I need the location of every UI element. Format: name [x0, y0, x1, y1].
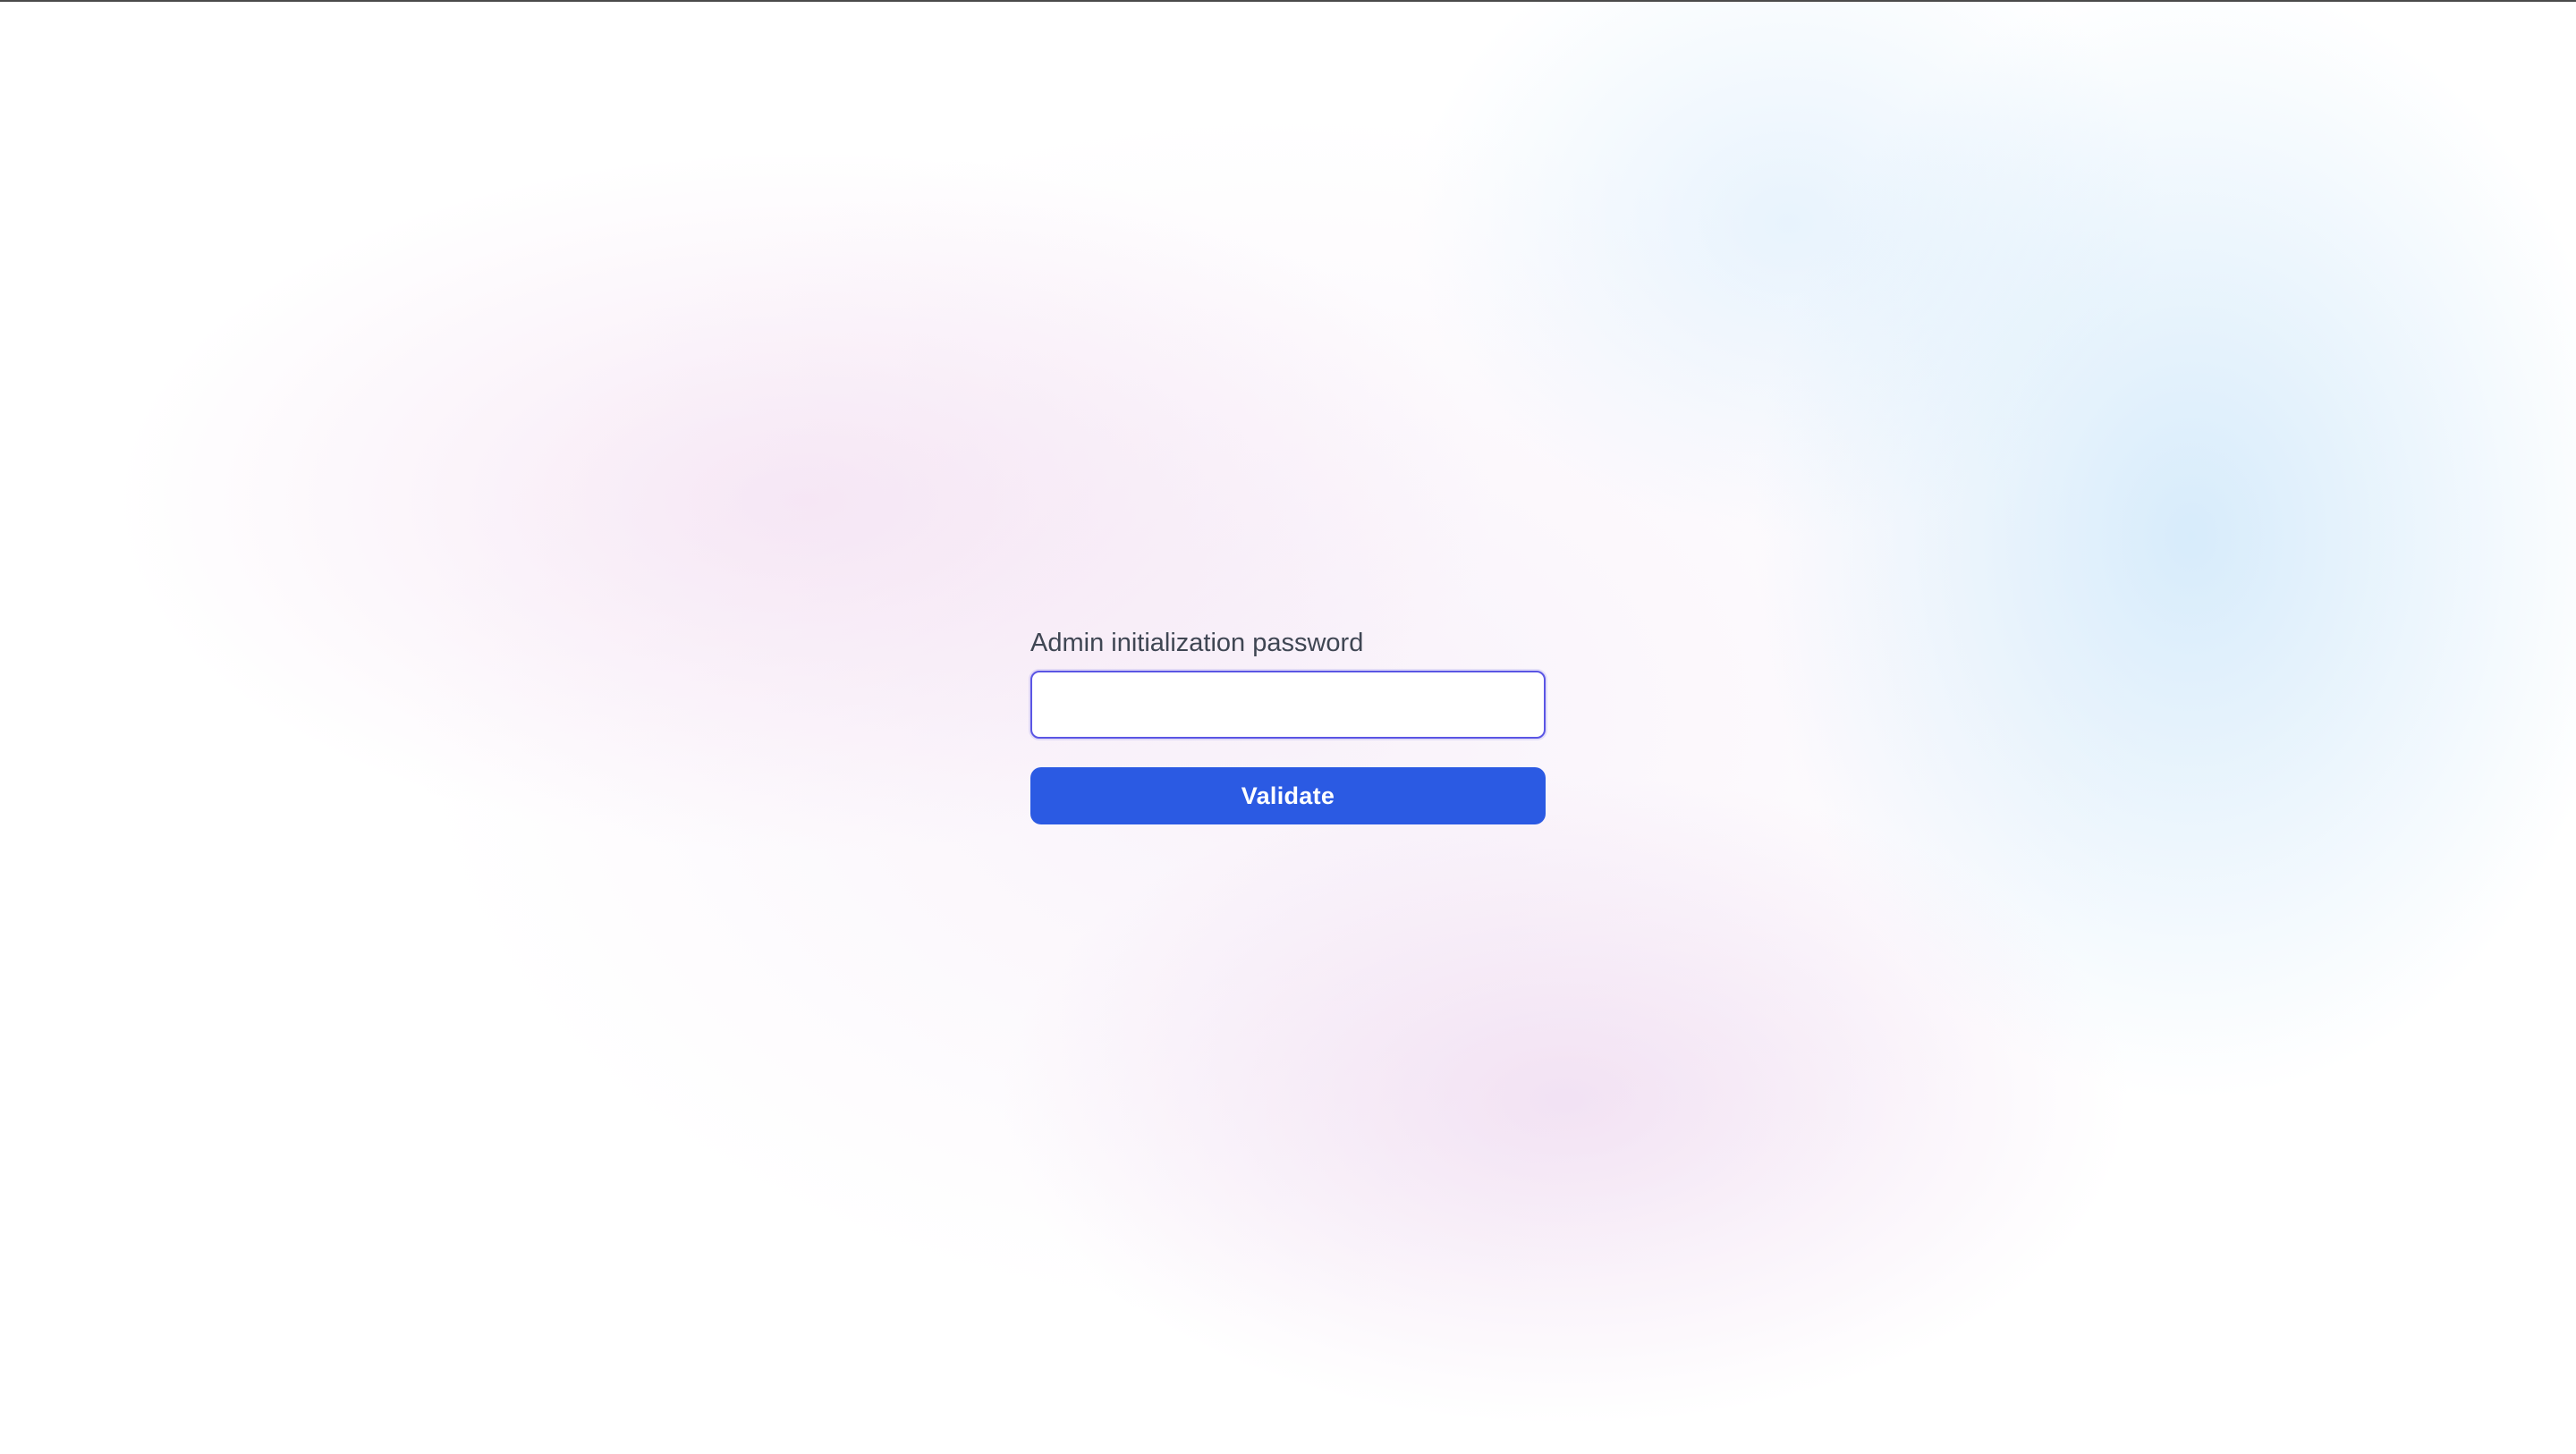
password-label: Admin initialization password	[1030, 629, 1364, 657]
password-input[interactable]	[1030, 671, 1546, 739]
top-border	[0, 0, 2576, 2]
admin-init-form: Admin initialization password Validate	[1030, 626, 1546, 824]
validate-button[interactable]: Validate	[1030, 767, 1546, 824]
